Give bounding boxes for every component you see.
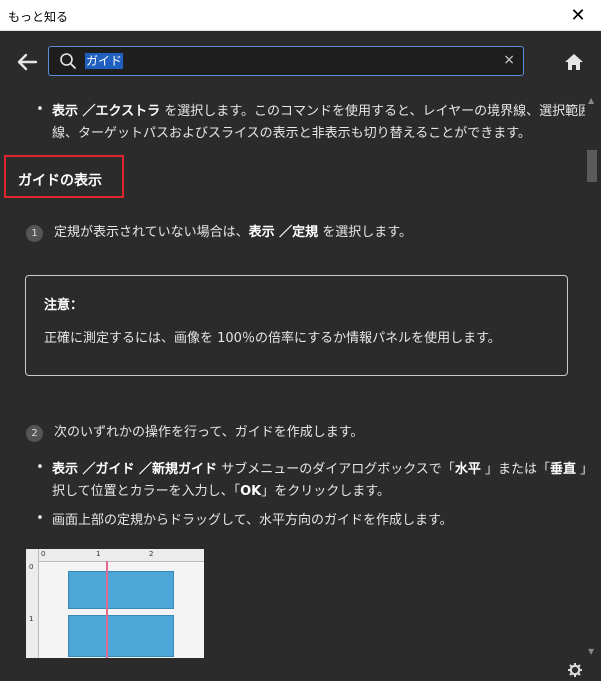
step-1-part: 定規が表示されていない場合は、 [54,225,249,240]
menu-path: 表示 ／ガイド ／新規ガイド [52,462,218,477]
scroll-down-icon[interactable]: ▼ [588,647,594,656]
bottom-bar [0,658,601,681]
option-text: 」方向を選 [576,462,585,477]
scrollbar[interactable]: ▲ ▼ [585,94,601,658]
ruler-label: 2 [149,550,154,558]
guide-line [106,561,108,658]
menu-path: 表示 ／エクストラ [52,104,161,119]
scrollbar-thumb[interactable] [587,150,597,182]
step-number: 2 [26,425,43,442]
option-a-line-2: 択して位置とカラーを入力し、「OK」をクリックします。 [52,481,390,503]
search-field[interactable]: ガイド × [48,46,524,76]
intro-text: を選択します。このコマンドを使用すると、レイヤーの境界線、選択範囲の境界 [160,104,585,119]
option-text: 」または「 [480,462,550,477]
title-bar: もっと知る ✕ [0,0,601,31]
step-1-part: を選択します。 [318,225,412,240]
window-title: もっと知る [8,10,69,24]
guide-illustration: 0 1 2 0 1 [26,549,204,658]
note-title: 注意： [44,298,84,313]
toolbar: ガイド × [0,31,601,94]
close-button[interactable]: ✕ [555,0,601,31]
back-arrow-icon[interactable] [14,49,40,75]
help-content[interactable]: • 表示 ／エクストラ を選択します。このコマンドを使用すると、レイヤーの境界線… [0,94,585,658]
intro-line-1: 表示 ／エクストラ を選択します。このコマンドを使用すると、レイヤーの境界線、選… [52,101,585,123]
ruler-label: 0 [29,563,34,571]
option-keyword: OK [240,484,262,499]
gear-icon[interactable] [568,662,582,677]
bullet: • [36,460,44,475]
option-text: 」をクリックします。 [261,484,390,499]
step-1-text: 定規が表示されていない場合は、表示 ／定規 を選択します。 [54,222,412,244]
ruler-label: 1 [29,615,34,623]
home-icon[interactable] [563,51,585,73]
scroll-up-icon[interactable]: ▲ [588,96,594,105]
option-a-line-1: 表示 ／ガイド ／新規ガイド サブメニューのダイアログボックスで「水平 」または… [52,459,585,481]
intro-line-2: 線、ターゲットパスおよびスライスの表示と非表示も切り替えることができます。 [52,126,531,141]
option-keyword: 垂直 [549,462,576,477]
clear-search-icon[interactable]: × [503,52,515,68]
bullet: • [36,102,44,117]
bullet: • [36,511,44,526]
search-icon [59,52,77,70]
option-text: サブメニューのダイアログボックスで「 [217,462,455,477]
horizontal-ruler [26,549,204,562]
ruler-label: 0 [41,550,46,558]
note-body: 正確に測定するには、画像を 100％の倍率にするか情報パネルを使用します。 [44,331,501,346]
ruler-label: 1 [96,550,101,558]
window-pane [68,571,174,609]
option-keyword: 水平 [454,462,481,477]
step-2-text: 次のいずれかの操作を行って、ガイドを作成します。 [54,425,364,440]
step-number: 1 [26,225,43,242]
note-box: 注意： 正確に測定するには、画像を 100％の倍率にするか情報パネルを使用します… [25,275,568,376]
search-input[interactable]: ガイド [85,53,124,69]
option-text: 択して位置とカラーを入力し、「 [52,484,241,499]
section-title: ガイドの表示 [18,173,102,189]
option-b-text: 画面上部の定規からドラッグして、水平方向のガイドを作成します。 [52,513,453,528]
window-pane [68,615,174,657]
menu-path: 表示 ／定規 [248,225,319,240]
section-highlight: ガイドの表示 [4,155,124,198]
